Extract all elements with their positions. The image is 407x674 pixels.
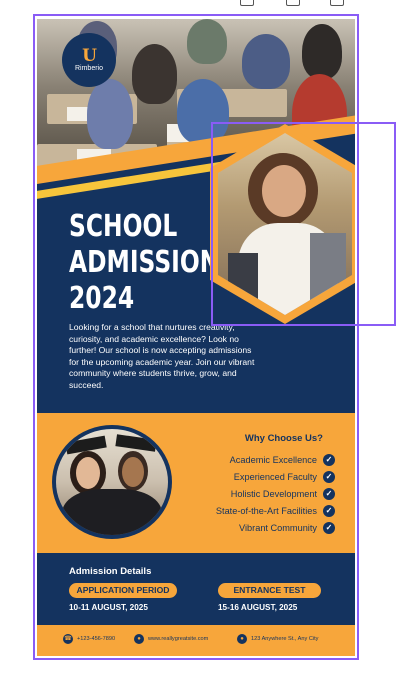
globe-icon: ● — [134, 634, 144, 644]
list-item[interactable]: Experienced Faculty ✓ — [155, 468, 335, 485]
school-logo[interactable]: U Rimberio — [62, 33, 116, 87]
check-circle-icon: ✓ — [323, 470, 335, 483]
check-circle-icon: ✓ — [323, 521, 335, 534]
address-text: 123 Anywhere St., Any City — [251, 636, 319, 642]
check-circle-icon: ✓ — [323, 504, 335, 517]
list-item[interactable]: Vibrant Community ✓ — [155, 519, 335, 536]
logo-name: Rimberio — [74, 65, 103, 72]
list-item[interactable]: Academic Excellence ✓ — [155, 451, 335, 468]
intro-paragraph[interactable]: Looking for a school that nurtures creat… — [69, 322, 259, 391]
list-item[interactable]: Holistic Development ✓ — [155, 485, 335, 502]
check-circle-icon: ✓ — [323, 453, 335, 466]
location-pin-icon: ● — [237, 634, 247, 644]
phone-icon: ☎ — [63, 634, 73, 644]
why-choose-list: Academic Excellence ✓ Experienced Facult… — [155, 451, 335, 536]
entrance-test-date[interactable]: 15-16 AUGUST, 2025 — [218, 603, 297, 612]
list-item[interactable]: State-of-the-Art Facilities ✓ — [155, 502, 335, 519]
footer-phone[interactable]: ☎ +123-456-7890 — [63, 634, 115, 644]
comment-icon[interactable] — [240, 0, 254, 6]
editor-toolbar — [236, 0, 356, 8]
page-title[interactable]: SCHOOL ADMISSION 2024 — [69, 209, 220, 317]
application-period-badge[interactable]: APPLICATION PERIOD — [69, 583, 177, 598]
why-item-label: Holistic Development — [230, 488, 317, 499]
add-page-icon[interactable] — [330, 0, 344, 6]
application-period-date[interactable]: 10-11 AUGUST, 2025 — [69, 603, 148, 612]
why-item-label: Academic Excellence — [229, 454, 317, 465]
flyer-page[interactable]: U Rimberio SCHOOL ADMISSION 2024 Looking… — [37, 19, 355, 656]
why-item-label: State-of-the-Art Facilities — [215, 505, 317, 516]
title-line-2: ADMISSION — [69, 245, 220, 280]
website-text: www.reallygreatsite.com — [148, 636, 209, 642]
footer-website[interactable]: ● www.reallygreatsite.com — [134, 634, 208, 644]
duplicate-icon[interactable] — [286, 0, 300, 6]
why-choose-section: Why Choose Us? Academic Excellence ✓ Exp… — [37, 413, 355, 553]
admission-details-title[interactable]: Admission Details — [69, 566, 151, 577]
footer-address[interactable]: ● 123 Anywhere St., Any City — [237, 634, 318, 644]
check-circle-icon: ✓ — [323, 487, 335, 500]
contact-footer: ☎ +123-456-7890 ● www.reallygreatsite.co… — [37, 625, 355, 656]
logo-mark-icon: U — [82, 46, 97, 66]
why-choose-title[interactable]: Why Choose Us? — [245, 433, 323, 444]
element-selection-box[interactable] — [211, 122, 396, 326]
phone-text: +123-456-7890 — [77, 636, 116, 642]
graduates-photo[interactable] — [52, 425, 172, 539]
title-line-1: SCHOOL — [69, 209, 178, 244]
entrance-test-badge[interactable]: ENTRANCE TEST — [218, 583, 321, 598]
title-line-3: 2024 — [69, 281, 135, 316]
admission-details-section: Admission Details APPLICATION PERIOD 10-… — [37, 553, 355, 625]
why-item-label: Experienced Faculty — [233, 471, 317, 482]
why-item-label: Vibrant Community — [239, 522, 317, 533]
